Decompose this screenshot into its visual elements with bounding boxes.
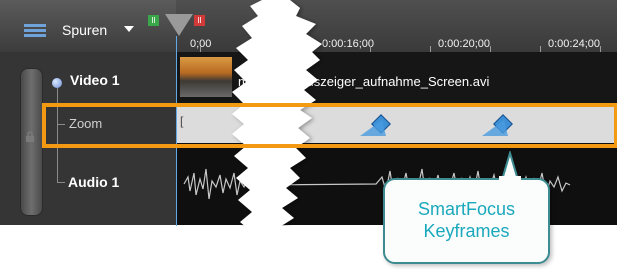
zoom-track-highlight xyxy=(42,103,617,148)
callout-line-2: Keyframes xyxy=(423,221,510,241)
callout-line-1: SmartFocus xyxy=(417,199,516,219)
callout-text: SmartFocus Keyframes xyxy=(383,198,550,242)
callout-pointer-join xyxy=(499,176,521,182)
